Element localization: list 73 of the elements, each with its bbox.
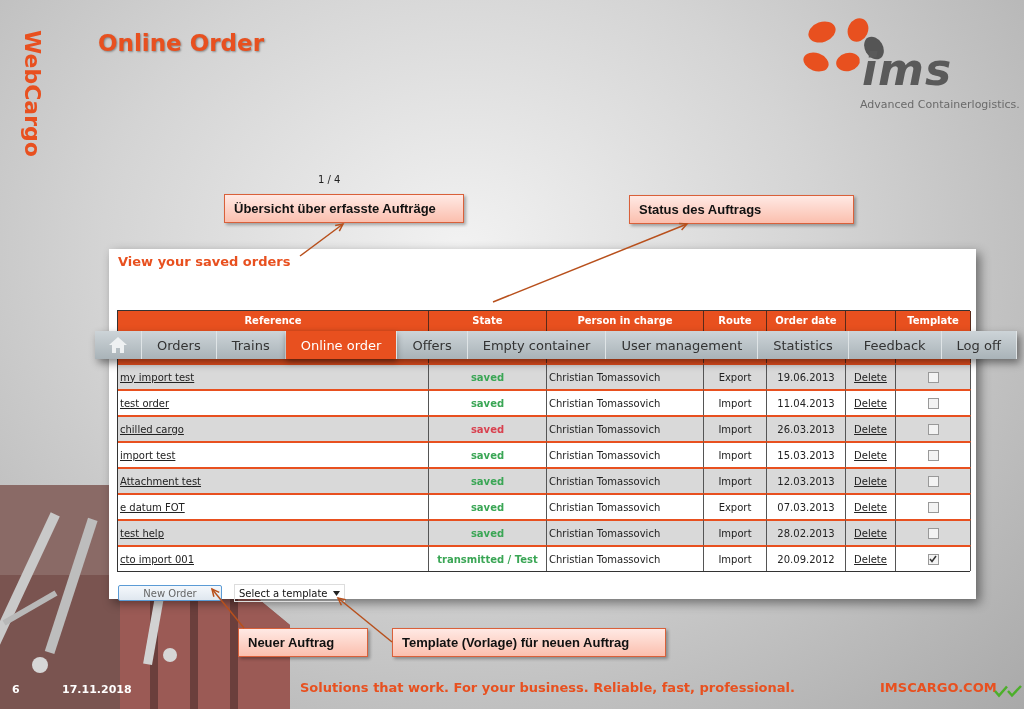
table-cell: Export (704, 363, 767, 389)
website: IMSCARGO.COM (880, 680, 997, 695)
nav-tab[interactable]: Statistics (758, 331, 849, 359)
new-order-button[interactable]: New Order (118, 585, 222, 601)
status-text: saved (470, 501, 505, 513)
template-select[interactable]: Select a template (234, 584, 346, 602)
page-indicator: 1 / 4 (318, 174, 341, 185)
delete-link[interactable]: Delete (854, 527, 887, 539)
page-number: 6 (12, 683, 20, 696)
order-link[interactable]: import test (120, 449, 176, 461)
table-cell: Import (704, 415, 767, 441)
status-text: saved (470, 423, 505, 435)
table-cell: Christian Tomassovich (547, 467, 704, 493)
nav-tab[interactable]: Log off (941, 331, 1017, 359)
nav-tab[interactable]: Empty container (467, 331, 607, 359)
callout-label: Template (Vorlage) für neuen Auftrag (392, 628, 666, 657)
delete-link[interactable]: Delete (854, 475, 887, 487)
nav-tab[interactable]: Trains (216, 331, 286, 359)
order-link[interactable]: e datum FOT (120, 501, 185, 513)
side-title: WebCargo (20, 30, 45, 157)
table-cell: Christian Tomassovich (547, 519, 704, 545)
table-cell: Import (704, 389, 767, 415)
delete-link[interactable]: Delete (854, 371, 887, 383)
logo-wordmark: ims (862, 48, 953, 92)
nav-tab[interactable]: Orders (142, 331, 217, 359)
table-cell: Export (704, 493, 767, 519)
table-cell: Christian Tomassovich (547, 493, 704, 519)
callout-label: Übersicht über erfasste Aufträge (224, 194, 464, 223)
nav-tab[interactable]: Online order (285, 331, 398, 359)
delete-link[interactable]: Delete (854, 423, 887, 435)
status-text: transmitted / Test (437, 553, 538, 565)
table-cell: 20.09.2012 (767, 545, 846, 571)
logo-tagline: Advanced Containerlogistics. (860, 98, 1020, 111)
table-cell: Import (704, 519, 767, 545)
status-text: saved (470, 475, 505, 487)
delete-link[interactable]: Delete (854, 553, 887, 565)
callout-label: Status des Auftrags (629, 195, 854, 224)
order-link[interactable]: cto import 001 (120, 553, 194, 565)
table-cell: 15.03.2013 (767, 441, 846, 467)
delete-link[interactable]: Delete (854, 449, 887, 461)
table-cell: 26.03.2013 (767, 415, 846, 441)
table-cell: 11.04.2013 (767, 389, 846, 415)
table-cell: Christian Tomassovich (547, 415, 704, 441)
table-cell: Import (704, 545, 767, 571)
nav-tab[interactable]: Offers (397, 331, 468, 359)
slogan: Solutions that work. For your business. Reliable, fast, professional. (300, 680, 795, 695)
delete-link[interactable]: Delete (854, 397, 887, 409)
table-cell: 07.03.2013 (767, 493, 846, 519)
slide-title: Online Order (98, 30, 264, 56)
order-link[interactable]: Attachment test (120, 475, 201, 487)
order-link[interactable]: test help (120, 527, 164, 539)
nav-tab[interactable]: Feedback (848, 331, 942, 359)
table-cell: Import (704, 441, 767, 467)
status-text: saved (470, 527, 505, 539)
order-link[interactable]: my import test (120, 371, 195, 383)
status-text: saved (470, 371, 505, 383)
status-text: saved (470, 449, 505, 461)
order-link[interactable]: chilled cargo (120, 423, 184, 435)
status-text: saved (470, 397, 505, 409)
delete-link[interactable]: Delete (854, 501, 887, 513)
table-cell: 19.06.2013 (767, 363, 846, 389)
nav-tab[interactable]: User management (606, 331, 759, 359)
callout-label: Neuer Auftrag (238, 628, 368, 657)
section-heading: View your saved orders (117, 254, 292, 269)
table-cell: Christian Tomassovich (547, 545, 704, 571)
table-cell: Christian Tomassovich (547, 441, 704, 467)
table-cell: Christian Tomassovich (547, 389, 704, 415)
table-cell: Christian Tomassovich (547, 363, 704, 389)
table-cell: 28.02.2013 (767, 519, 846, 545)
table-cell: 12.03.2013 (767, 467, 846, 493)
table-cell: Import (704, 467, 767, 493)
slide-date: 17.11.2018 (62, 683, 132, 696)
order-link[interactable]: test order (120, 397, 170, 409)
